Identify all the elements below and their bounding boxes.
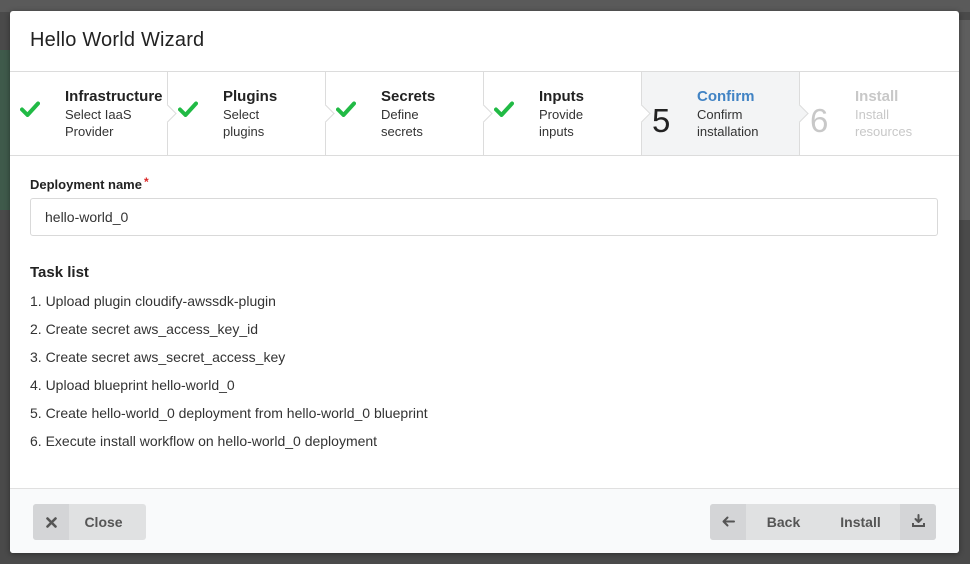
list-item: 4. Upload blueprint hello-world_0 [30,377,235,393]
back-button[interactable]: Back [746,504,821,540]
step-title: Secrets [381,88,436,105]
step-secrets[interactable]: Secrets Define secrets [326,72,493,155]
wizard-modal: Hello World Wizard Infrastructure Select… [10,11,959,553]
step-install: 6 Install Install resources [800,72,959,155]
step-title: Confirm [697,88,755,105]
list-item: 2. Create secret aws_access_key_id [30,321,258,337]
step-description-line2: plugins [223,124,265,139]
wizard-steps: Infrastructure Select IaaS Provider Plug… [10,72,959,156]
install-button[interactable]: Install [821,504,900,540]
step-number: 6 [810,102,829,139]
step-description-line1: Provide [539,107,584,122]
back-arrow-button[interactable] [710,504,746,540]
step-description-line1: Install [855,107,889,122]
step-description-line1: Define [381,107,419,122]
close-button-label: Close [84,514,123,530]
step-description-line1: Confirm [697,107,743,122]
step-confirm[interactable]: 5 Confirm Confirm installation [642,72,809,155]
step-title: Plugins [223,88,278,105]
step-title: Inputs [539,88,584,105]
step-title: Infrastructure [65,88,163,105]
step-description-line2: Provider [65,124,114,139]
backdrop-sidebar [0,50,10,210]
required-mark: * [143,175,149,189]
step-description-line1: Select [223,107,260,122]
step-plugins[interactable]: Plugins Select plugins [168,72,335,155]
step-number-icon: 6 [810,101,844,137]
close-button[interactable]: Close [33,504,146,540]
navigation-button-group: Back Install [710,504,936,540]
install-download-button[interactable] [900,504,936,540]
step-description-line2: inputs [539,124,574,139]
step-infrastructure[interactable]: Infrastructure Select IaaS Provider [10,72,177,155]
step-description-line2: installation [697,124,759,139]
step-number-icon: 5 [652,101,686,137]
arrow-left-icon [722,514,735,530]
check-icon [494,101,528,117]
step-description-line2: secrets [381,124,423,139]
close-icon [33,504,69,540]
check-icon [178,101,212,117]
task-list: 1. Upload plugin cloudify-awssdk-plugin … [30,293,939,461]
modal-title: Hello World Wizard [30,29,205,51]
deployment-name-label: Deployment name * [30,175,939,192]
deployment-name-input[interactable] [30,198,938,236]
step-description-line1: Select IaaS [65,107,132,122]
modal-footer: Close Back Install [10,488,959,553]
step-title: Install [855,88,899,105]
download-icon [911,514,925,530]
list-item: 3. Create secret aws_secret_access_key [30,349,286,365]
step-inputs[interactable]: Inputs Provide inputs [484,72,651,155]
list-item: 1. Upload plugin cloudify-awssdk-plugin [30,293,276,309]
step-number: 5 [652,102,671,139]
check-icon [20,101,54,117]
list-item: 5. Create hello-world_0 deployment from … [30,405,428,421]
check-icon [336,101,370,117]
modal-body: Deployment name* Task list 1. Upload plu… [10,156,959,461]
list-item: 6. Execute install workflow on hello-wor… [30,433,378,449]
step-description-line2: resources [855,124,913,139]
task-list-heading: Task list [30,264,89,281]
deployment-name-label-text: Deployment name [30,177,142,192]
modal-header: Hello World Wizard [10,11,959,72]
backdrop-panel [958,20,970,220]
